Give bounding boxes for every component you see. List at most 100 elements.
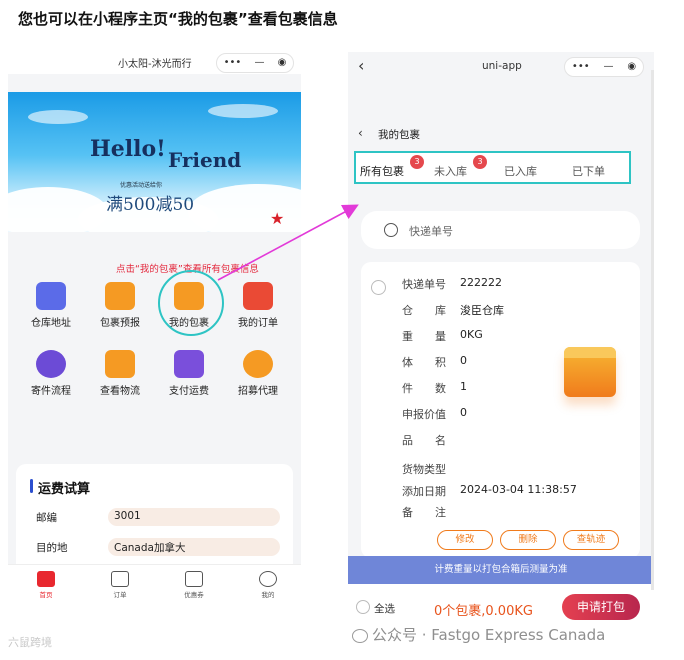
field-value: 0 (460, 354, 467, 367)
grid-label: 支付运费 (169, 386, 209, 397)
package-box-icon (564, 347, 616, 397)
grid-label: 招募代理 (238, 386, 278, 397)
field-value: 0KG (460, 328, 483, 341)
title-accent-bar (30, 479, 33, 493)
wallet-icon (174, 350, 204, 378)
banner-subtitle: 优惠活动送给你 (120, 182, 163, 189)
tab-ordered[interactable]: 已下单 (572, 163, 605, 179)
more-icon[interactable]: ••• (572, 62, 590, 72)
watermark-right: 公众号 · Fastgo Express Canada (352, 624, 605, 645)
count-badge: 3 (410, 155, 424, 169)
select-all-label[interactable]: 全选 (374, 601, 395, 616)
grid-label: 包裹预报 (100, 318, 140, 329)
my-packages-screen: ‹ uni-app ••• — ◉ ‹ 我的包裹 所有包裹 3 未入库 3 已入… (348, 52, 654, 637)
scrollbar[interactable] (651, 70, 654, 590)
postcode-field[interactable]: 3001 (108, 508, 280, 526)
grid-item-tracking[interactable]: 查看物流 (85, 350, 155, 397)
close-icon[interactable]: ◉ (627, 62, 636, 72)
banner-offer: 满500减50 (106, 195, 195, 215)
app-title: uni-app (482, 60, 522, 72)
field-value: 0 (460, 406, 467, 419)
grid-label: 仓库地址 (31, 318, 71, 329)
tab-label: 我的 (261, 591, 275, 599)
field-label: 备 注 (402, 506, 446, 519)
deer-box-icon (105, 282, 135, 310)
select-all-radio[interactable] (356, 600, 370, 614)
grid-item-recruit-agent[interactable]: 招募代理 (223, 350, 293, 397)
postcode-label: 邮编 (36, 512, 57, 524)
notice-bar: 计费重量以打包合箱后测量为准 (348, 556, 654, 584)
banner-hello-text: Hello! (90, 136, 166, 162)
banner-friend-text: Friend (168, 148, 242, 172)
field-value: 浚臣仓库 (460, 304, 504, 317)
grid-label: 寄件流程 (31, 386, 71, 397)
tab-home[interactable]: 首页 (26, 571, 66, 599)
grid-label: 查看物流 (100, 386, 140, 397)
back-icon[interactable]: ‹ (358, 126, 363, 140)
back-icon[interactable]: ‹ (358, 56, 364, 75)
grid-icon (111, 571, 129, 587)
field-label: 仓 库 (402, 304, 446, 317)
person-icon (36, 350, 66, 378)
home-screen: 小太阳-沐光而行 ••• — ◉ Hello! Friend 优惠活动送给你 满… (8, 52, 301, 608)
watermark-left: 六鼠跨境 (8, 636, 52, 649)
star-icon: ★ (270, 209, 285, 228)
package-select-radio[interactable] (371, 280, 386, 295)
search-bar[interactable]: 快递单号 (361, 211, 640, 249)
capsule-menu: ••• — ◉ (216, 53, 294, 73)
field-label: 申报价值 (402, 408, 446, 421)
tab-profile[interactable]: 我的 (248, 571, 288, 599)
destination-label: 目的地 (36, 542, 68, 554)
more-icon[interactable]: ••• (224, 58, 242, 68)
grid-item-warehouse[interactable]: 仓库地址 (16, 282, 86, 329)
tab-not-stored[interactable]: 未入库 (434, 163, 467, 179)
field-label: 重 量 (402, 330, 446, 343)
highlight-ring (158, 270, 224, 336)
user-icon (259, 571, 277, 587)
minimize-icon[interactable]: — (603, 62, 613, 72)
field-value: 222222 (460, 276, 502, 289)
promo-banner[interactable]: Hello! Friend 优惠活动送给你 满500减50 ★ (8, 92, 301, 232)
delete-button[interactable]: 删除 (500, 530, 556, 550)
tab-label: 订单 (113, 591, 127, 599)
map-icon (36, 282, 66, 310)
tab-orders[interactable]: 订单 (100, 571, 140, 599)
grid-item-pay-freight[interactable]: 支付运费 (154, 350, 224, 397)
tab-coupons[interactable]: 优惠券 (174, 571, 214, 599)
home-icon (37, 571, 55, 587)
grid-item-forecast[interactable]: 包裹预报 (85, 282, 155, 329)
search-input[interactable]: 快递单号 (409, 223, 453, 239)
page-nav: ‹ 我的包裹 (348, 122, 654, 146)
grid-label: 我的订单 (238, 318, 278, 329)
cloud-shape (208, 104, 278, 118)
title-bar: ‹ uni-app ••• — ◉ (348, 52, 654, 84)
field-label: 添加日期 (402, 485, 446, 498)
app-title: 小太阳-沐光而行 (118, 59, 192, 70)
field-value: 1 (460, 380, 467, 393)
grid-item-my-orders[interactable]: 我的订单 (223, 282, 293, 329)
close-icon[interactable]: ◉ (278, 58, 287, 68)
destination-field[interactable]: Canada加拿大 (108, 538, 280, 556)
field-label: 品 名 (402, 434, 446, 447)
field-label: 体 积 (402, 356, 446, 369)
tab-all-packages[interactable]: 所有包裹 (360, 163, 404, 179)
field-value: 2024-03-04 11:38:57 (460, 483, 577, 496)
tab-label: 首页 (39, 591, 53, 599)
search-icon (384, 223, 398, 237)
package-card: 快递单号 222222 仓 库 浚臣仓库 重 量 0KG 体 积 0 件 数 1… (361, 262, 640, 558)
grid-item-shipping-process[interactable]: 寄件流程 (16, 350, 86, 397)
count-badge: 3 (473, 155, 487, 169)
apply-pack-button[interactable]: 申请打包 (562, 594, 640, 620)
field-label: 件 数 (402, 382, 446, 395)
capsule-menu: ••• — ◉ (564, 57, 644, 77)
page-headline: 您也可以在小程序主页“我的包裹”查看包裹信息 (18, 10, 338, 28)
track-button[interactable]: 查轨迹 (563, 530, 619, 550)
tab-stored[interactable]: 已入库 (504, 163, 537, 179)
watermark-text: 公众号 · Fastgo Express Canada (372, 626, 606, 644)
minimize-icon[interactable]: — (254, 58, 264, 68)
order-box-icon (243, 282, 273, 310)
status-tabs: 所有包裹 3 未入库 3 已入库 已下单 (354, 151, 631, 184)
edit-button[interactable]: 修改 (437, 530, 493, 550)
bottom-tab-bar: 首页 订单 优惠券 我的 (8, 564, 301, 608)
page-title: 我的包裹 (378, 129, 420, 141)
